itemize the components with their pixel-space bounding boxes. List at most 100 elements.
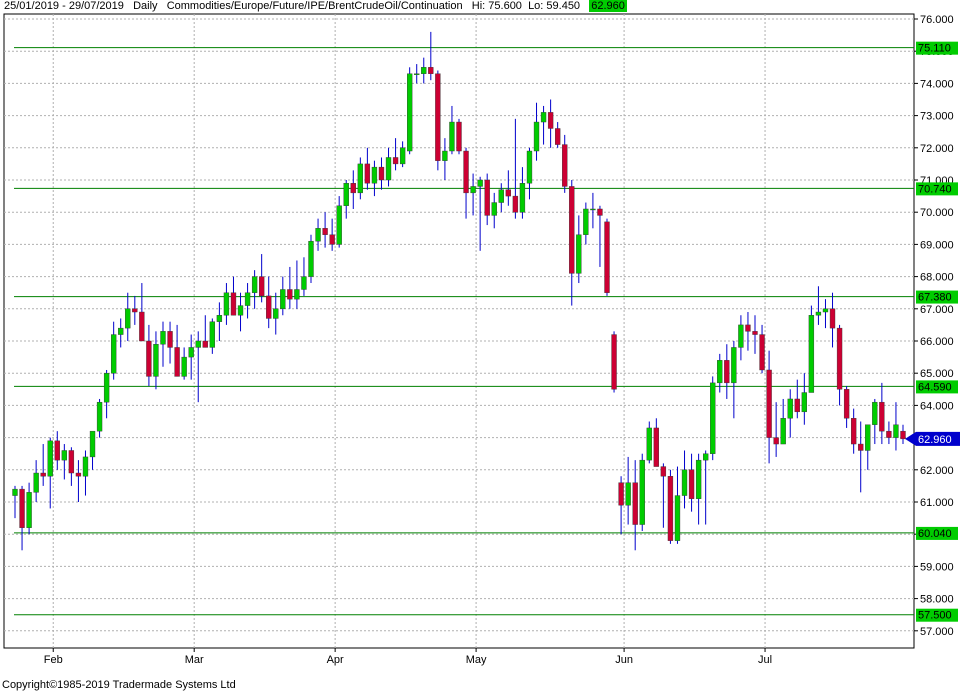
- candle-body: [766, 369, 772, 438]
- candle-body: [301, 276, 307, 290]
- candle-body: [865, 424, 871, 451]
- candle-body: [893, 424, 899, 438]
- candle-body: [407, 73, 413, 152]
- candle-body: [752, 331, 758, 335]
- candle-body: [815, 311, 822, 316]
- candle-body: [632, 482, 638, 525]
- candle-body: [851, 418, 857, 445]
- high-label: Hi: 75.600: [471, 0, 522, 12]
- candle-body: [569, 186, 575, 274]
- date-range: 25/01/2019 - 29/07/2019: [4, 0, 124, 12]
- candle-body: [385, 157, 392, 181]
- candle-body: [378, 166, 385, 181]
- candle-body: [47, 440, 53, 477]
- candle-body: [562, 144, 568, 187]
- candle-body: [611, 334, 617, 390]
- candle-body: [801, 392, 807, 413]
- candle-body: [540, 112, 547, 123]
- candle-body: [75, 472, 82, 477]
- x-tick-label: Apr: [327, 654, 344, 666]
- candle-body: [505, 189, 512, 197]
- y-tick-label: 64.000: [920, 400, 954, 412]
- candle-body: [456, 121, 462, 152]
- symbol-label: Commodities/Europe/Future/IPE/BrentCrude…: [166, 0, 463, 12]
- candle-body: [421, 67, 427, 74]
- candle-body: [336, 205, 342, 245]
- candle-body: [19, 488, 25, 528]
- last-price-badge: 62.960: [589, 0, 627, 12]
- x-tick-label: Mar: [185, 654, 204, 666]
- candle-body: [555, 128, 561, 145]
- candle-body: [12, 488, 18, 496]
- level-label: 70.740: [918, 183, 952, 195]
- candle-body: [576, 234, 582, 274]
- candle-body: [428, 67, 434, 74]
- candle-body: [618, 482, 624, 506]
- candle-body: [244, 292, 251, 306]
- candle-body: [294, 289, 300, 300]
- candle-body: [357, 163, 364, 194]
- candle-body: [33, 472, 39, 493]
- candle-body: [216, 315, 223, 322]
- price-chart: 76.00075.00074.00073.00072.00071.00070.0…: [3, 13, 960, 666]
- candle-body: [223, 292, 230, 316]
- candle-body: [470, 186, 476, 194]
- level-label: 67.380: [918, 292, 952, 304]
- y-tick-label: 59.000: [920, 561, 954, 573]
- candle-body: [343, 183, 349, 206]
- candle-body: [96, 401, 103, 432]
- candle-body: [858, 443, 864, 451]
- candle-body: [822, 308, 829, 313]
- candle-body: [414, 73, 420, 75]
- last-price-label: 62.960: [918, 434, 952, 446]
- candle-body: [660, 466, 667, 477]
- candle-body: [132, 308, 138, 313]
- low-label: Lo: 59.450: [528, 0, 581, 12]
- x-tick-label: May: [466, 654, 487, 666]
- level-label: 75.110: [918, 43, 951, 55]
- candle-body: [604, 221, 610, 293]
- candle-body: [463, 150, 469, 194]
- candle-body: [230, 292, 237, 316]
- copyright-footer: Copyright©1985-2019 Tradermade Systems L…: [2, 679, 236, 691]
- candle-body: [350, 183, 356, 194]
- candle-body: [449, 121, 455, 152]
- y-tick-label: 72.000: [920, 143, 954, 155]
- candle-body: [900, 430, 906, 440]
- candle-body: [202, 340, 208, 348]
- candle-body: [512, 195, 519, 213]
- candle-body: [442, 150, 448, 161]
- candle-body: [731, 347, 737, 384]
- y-tick-label: 66.000: [920, 336, 954, 348]
- candle-body: [110, 334, 117, 374]
- candle-body: [103, 373, 110, 403]
- candle-body: [26, 492, 32, 528]
- y-tick-label: 62.000: [920, 465, 954, 477]
- x-tick-label: Jul: [758, 654, 772, 666]
- candle-body: [68, 450, 75, 474]
- candle-body: [717, 360, 723, 384]
- candle-body: [139, 311, 145, 342]
- y-tick-label: 67.000: [920, 304, 954, 316]
- candle-body: [273, 308, 279, 319]
- candle-body: [646, 427, 652, 461]
- candle-body: [287, 289, 293, 300]
- candle-body: [251, 276, 258, 293]
- candle-body: [146, 340, 152, 377]
- y-tick-label: 61.000: [920, 497, 954, 509]
- y-tick-label: 57.000: [920, 626, 954, 638]
- y-tick-label: 70.000: [920, 207, 954, 219]
- candle-body: [745, 324, 751, 332]
- candle-body: [125, 308, 131, 329]
- x-tick-label: Jun: [615, 654, 633, 666]
- candle-body: [181, 356, 187, 377]
- y-tick-label: 68.000: [920, 272, 954, 284]
- candle-body: [259, 276, 265, 297]
- candle-body: [590, 208, 596, 211]
- candle-body: [780, 418, 786, 445]
- candle-body: [519, 183, 526, 213]
- candle-body: [843, 389, 850, 419]
- candle-body: [498, 189, 504, 203]
- candle-body: [836, 327, 843, 390]
- candle-body: [710, 382, 716, 454]
